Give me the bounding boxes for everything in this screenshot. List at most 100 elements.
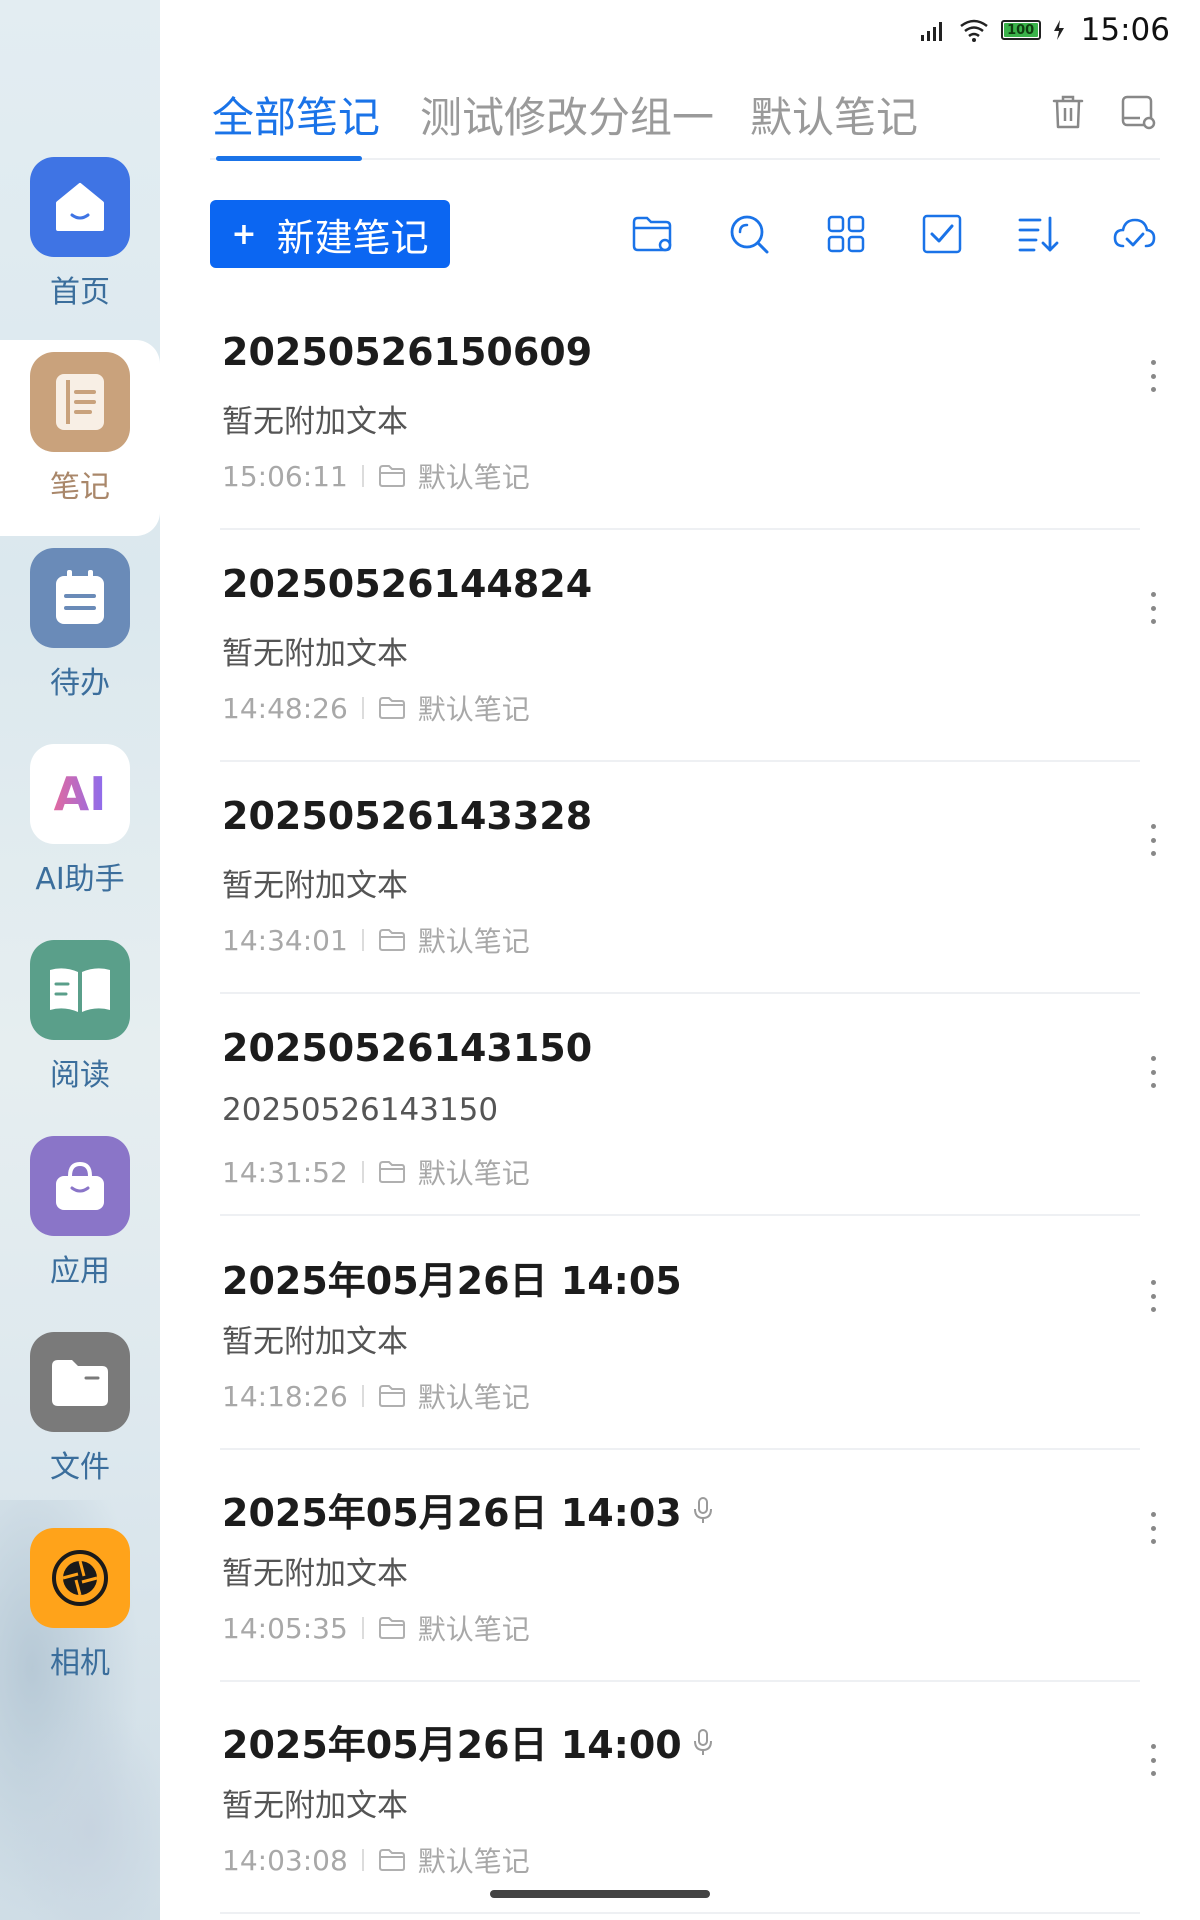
note-time: 14:31:52 [222, 1155, 348, 1189]
sidebar-item-todo[interactable]: 待办 [0, 536, 160, 732]
meta-divider [361, 1161, 364, 1183]
note-title-row: 20250526144824 [222, 562, 592, 606]
note-title-row: 20250526143328 [222, 794, 592, 838]
note-folder: 默认笔记 [417, 1157, 530, 1190]
sort-icon[interactable] [1016, 212, 1060, 256]
note-title: 2025年05月26日 14:00 [222, 1723, 682, 1767]
note-title-row: 2025年05月26日 14:03 [222, 1482, 714, 1537]
battery-level: 100 [1007, 22, 1035, 38]
camera-icon [30, 1528, 130, 1628]
note-preview: 暂无附加文本 [222, 404, 408, 440]
grid-view-icon[interactable] [824, 212, 868, 256]
reading-icon [30, 940, 130, 1040]
more-options-icon[interactable] [1140, 1276, 1166, 1316]
note-time: 14:05:35 [222, 1611, 348, 1645]
note-list-item[interactable]: 2025年05月26日 14:00 暂无附加文本 14:03:08 默认笔记 [220, 1714, 1156, 1914]
sidebar-item-notes[interactable]: 笔记 [0, 340, 160, 536]
note-meta: 14:48:26 默认笔记 [222, 688, 530, 728]
note-preview: 暂无附加文本 [222, 868, 408, 904]
note-title-row: 2025年05月26日 14:00 [222, 1714, 714, 1769]
sidebar-item-ai-assistant[interactable]: AI AI助手 [0, 732, 160, 928]
ai-icon: AI [30, 744, 130, 844]
cloud-sync-icon[interactable] [1112, 212, 1156, 256]
meta-divider [361, 929, 364, 951]
plus-icon: + [231, 216, 257, 252]
sidebar-item-apps[interactable]: 应用 [0, 1124, 160, 1320]
wifi-icon [959, 19, 988, 42]
home-indicator[interactable] [490, 1890, 710, 1898]
folder-icon [378, 465, 405, 487]
sidebar-item-home[interactable]: 首页 [0, 145, 160, 341]
note-list-item[interactable]: 2025年05月26日 14:05 暂无附加文本 14:18:26 默认笔记 [220, 1250, 1156, 1450]
folder-icon [378, 1161, 405, 1183]
sidebar-item-files[interactable]: 文件 [0, 1320, 160, 1516]
trash-icon[interactable] [1048, 92, 1088, 132]
more-options-icon[interactable] [1140, 1508, 1166, 1548]
note-preview: 20250526143150 [222, 1092, 499, 1128]
apps-icon [30, 1136, 130, 1236]
sidebar-item-label: 阅读 [50, 1058, 110, 1093]
note-tabs: 全部笔记 测试修改分组一 默认笔记 [210, 80, 1160, 161]
note-folder: 默认笔记 [417, 1845, 530, 1878]
folder-icon [30, 1332, 130, 1432]
folder-manage-icon[interactable] [630, 212, 674, 256]
note-meta: 15:06:11 默认笔记 [222, 456, 530, 496]
sidebar-item-camera[interactable]: 相机 [0, 1516, 160, 1712]
more-options-icon[interactable] [1140, 820, 1166, 860]
note-meta: 14:05:35 默认笔记 [222, 1608, 530, 1648]
tab-all-notes[interactable]: 全部笔记 [212, 84, 380, 145]
meta-divider [361, 1385, 364, 1407]
note-title: 20250526150609 [222, 330, 593, 374]
tab-test-group-one[interactable]: 测试修改分组一 [420, 84, 714, 145]
note-folder: 默认笔记 [417, 693, 530, 726]
note-time: 15:06:11 [222, 459, 348, 493]
note-preview: 暂无附加文本 [222, 1324, 408, 1360]
note-meta: 14:31:52 默认笔记 [222, 1152, 530, 1192]
signal-icon [920, 22, 942, 41]
note-list-item[interactable]: 20250526143328 暂无附加文本 14:34:01 默认笔记 [220, 794, 1156, 994]
search-icon[interactable] [727, 212, 771, 256]
meta-divider [361, 697, 364, 719]
note-list-item[interactable]: 20250526143150 20250526143150 14:31:52 默认笔记 [220, 1026, 1156, 1216]
note-list-item[interactable]: 20250526150609 暂无附加文本 15:06:11 默认笔记 [220, 330, 1156, 530]
active-tab-indicator [216, 156, 362, 161]
note-title-row: 20250526143150 [222, 1026, 592, 1070]
more-options-icon[interactable] [1140, 356, 1166, 396]
note-folder: 默认笔记 [417, 1613, 530, 1646]
new-note-button[interactable]: + 新建笔记 [210, 200, 450, 268]
folder-icon [378, 929, 405, 951]
meta-divider [361, 465, 364, 487]
note-preview: 暂无附加文本 [222, 1556, 408, 1592]
more-options-icon[interactable] [1140, 1052, 1166, 1092]
status-time: 15:06 [1080, 12, 1170, 48]
sidebar-item-reading[interactable]: 阅读 [0, 928, 160, 1124]
note-list-item[interactable]: 2025年05月26日 14:03 暂无附加文本 14:05:35 默认笔记 [220, 1482, 1156, 1682]
select-checkbox-icon[interactable] [920, 212, 964, 256]
meta-divider [361, 1617, 364, 1639]
folder-icon [378, 1385, 405, 1407]
note-title: 20250526144824 [222, 562, 593, 606]
sidebar-item-label: 文件 [50, 1450, 110, 1485]
microphone-icon [693, 1496, 712, 1523]
status-bar: 100 15:06 [920, 10, 1170, 50]
battery-indicator: 100 [1000, 20, 1041, 40]
home-icon [30, 157, 130, 257]
sidebar-item-label: 笔记 [50, 470, 110, 505]
note-meta: 14:03:08 默认笔记 [222, 1840, 530, 1880]
note-time: 14:34:01 [222, 923, 348, 957]
note-folder: 默认笔记 [417, 925, 530, 958]
note-preview: 暂无附加文本 [222, 636, 408, 672]
tab-default-notes[interactable]: 默认笔记 [750, 84, 918, 145]
note-list-item[interactable]: 20250526144824 暂无附加文本 14:48:26 默认笔记 [220, 562, 1156, 762]
sidebar-item-label: 待办 [50, 666, 110, 701]
more-options-icon[interactable] [1140, 1740, 1166, 1780]
sidebar: 首页 笔记 待办 AI AI助手 阅读 应用 文件 相机 [0, 0, 160, 1920]
todo-icon [30, 548, 130, 648]
note-title: 20250526143150 [222, 1026, 593, 1070]
note-preview: 暂无附加文本 [222, 1788, 408, 1824]
more-options-icon[interactable] [1140, 588, 1166, 628]
note-folder: 默认笔记 [417, 461, 530, 494]
folder-settings-icon[interactable] [1118, 92, 1158, 132]
charging-icon [1053, 20, 1064, 40]
microphone-icon [693, 1728, 712, 1755]
